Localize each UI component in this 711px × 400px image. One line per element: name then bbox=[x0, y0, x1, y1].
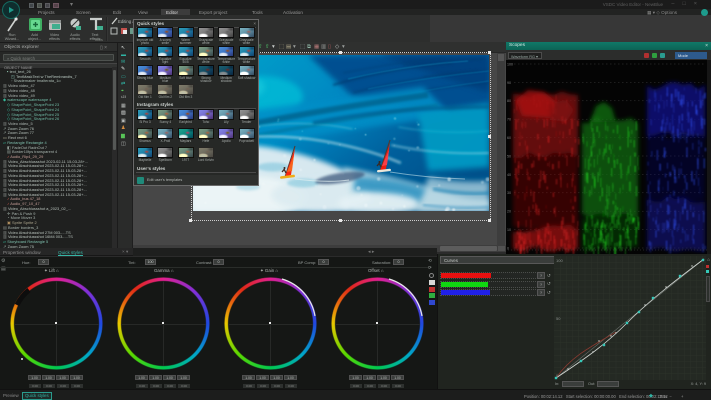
svg-text:40: 40 bbox=[507, 173, 511, 177]
svg-text:90: 90 bbox=[507, 81, 511, 85]
svg-text:20: 20 bbox=[507, 210, 511, 214]
svg-text:10: 10 bbox=[507, 228, 511, 232]
svg-text:30: 30 bbox=[507, 191, 511, 195]
svg-text:100: 100 bbox=[556, 258, 563, 263]
svg-text:50: 50 bbox=[556, 316, 561, 321]
svg-text:50: 50 bbox=[507, 154, 511, 158]
svg-text:100: 100 bbox=[507, 62, 513, 66]
svg-text:70: 70 bbox=[507, 118, 511, 122]
svg-text:60: 60 bbox=[507, 136, 511, 140]
svg-text:80: 80 bbox=[507, 99, 511, 103]
